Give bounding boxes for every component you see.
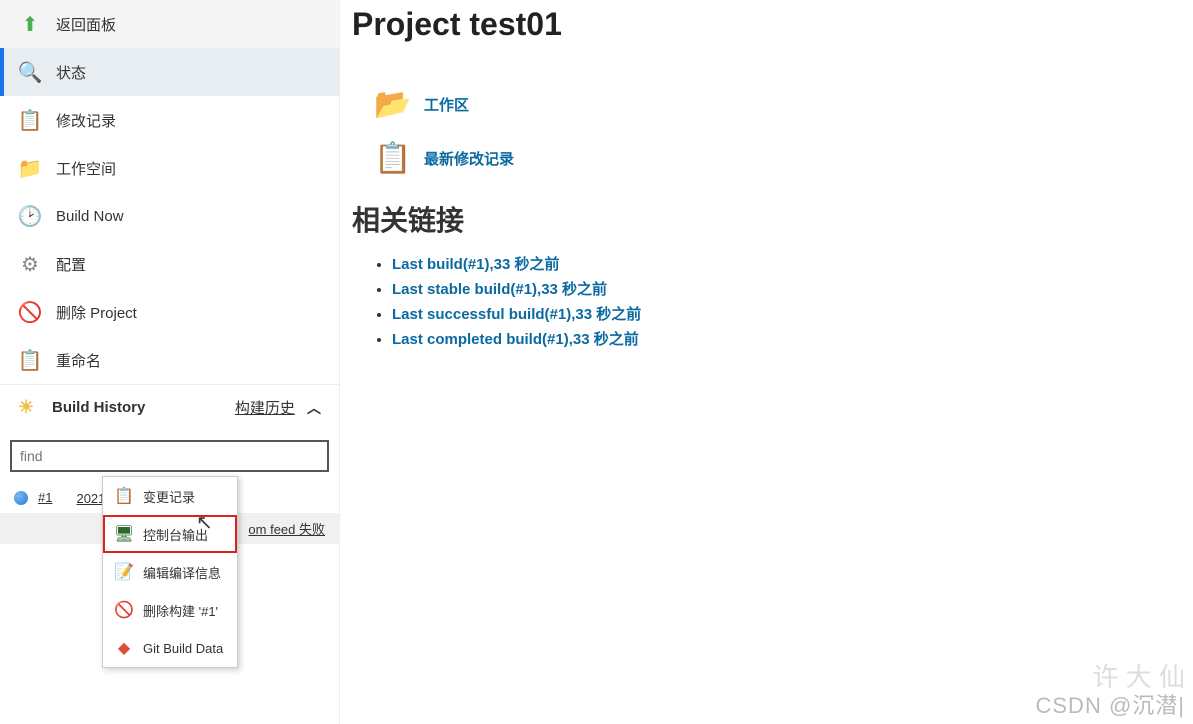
ctx-label: 变更记录 — [143, 487, 195, 506]
main: Project test01 📂 工作区 📋 最新修改记录 相关链接 Last … — [340, 0, 1193, 724]
context-menu: 📋 变更记录 🖥 控制台输出 📝 编辑编译信息 🚫 删除构建 '#1' ◆ Gi… — [102, 476, 238, 668]
ctx-edit-build-info[interactable]: 📝 编辑编译信息 — [103, 553, 237, 591]
sidebar-item-back[interactable]: ⬆ 返回面板 — [0, 0, 339, 48]
sidebar-label: 修改记录 — [56, 110, 116, 131]
related-link[interactable]: Last stable build(#1),33 秒之前 — [392, 281, 607, 298]
quick-link-workspace[interactable]: 📂 工作区 — [372, 83, 1193, 125]
sidebar-item-delete[interactable]: 🚫 删除 Project — [0, 288, 339, 336]
sidebar-label: Build Now — [56, 208, 124, 225]
terminal-icon: 🖥 — [113, 523, 135, 545]
sidebar-label: 返回面板 — [56, 14, 116, 35]
build-history-title: Build History — [52, 399, 145, 416]
feed-failed[interactable]: om feed 失败 — [248, 522, 325, 537]
ctx-label: Git Build Data — [143, 641, 223, 656]
quick-link-label[interactable]: 最新修改记录 — [424, 148, 514, 169]
sidebar-item-workspace[interactable]: 📁 工作空间 — [0, 144, 339, 192]
folder-open-icon: 📂 — [372, 83, 414, 125]
related-links-list: Last build(#1),33 秒之前 Last stable build(… — [392, 253, 1193, 349]
sun-icon: ☀ — [18, 397, 40, 418]
related-links-heading: 相关链接 — [352, 199, 1193, 239]
search-icon: 🔍 — [18, 60, 42, 84]
related-link[interactable]: Last successful build(#1),33 秒之前 — [392, 306, 641, 323]
ctx-label: 编辑编译信息 — [143, 563, 221, 582]
notes-icon: 📋 — [18, 108, 42, 132]
forbidden-icon: 🚫 — [113, 599, 135, 621]
quick-link-changes[interactable]: 📋 最新修改记录 — [372, 137, 1193, 179]
sidebar-label: 配置 — [56, 254, 86, 275]
page-title: Project test01 — [352, 6, 1193, 43]
ctx-delete-build[interactable]: 🚫 删除构建 '#1' — [103, 591, 237, 629]
sidebar-item-changes[interactable]: 📋 修改记录 — [0, 96, 339, 144]
ctx-changes[interactable]: 📋 变更记录 — [103, 477, 237, 515]
ctx-git-build-data[interactable]: ◆ Git Build Data — [103, 629, 237, 667]
edit-icon: 📝 — [113, 561, 135, 583]
git-icon: ◆ — [113, 637, 135, 659]
build-history-trend[interactable]: 构建历史 — [235, 400, 295, 417]
folder-icon: 📁 — [18, 156, 42, 180]
sidebar-item-rename[interactable]: 📋 重命名 — [0, 336, 339, 384]
chevron-up-icon: ︿ — [307, 400, 321, 416]
sidebar-label: 删除 Project — [56, 302, 137, 323]
quick-links: 📂 工作区 📋 最新修改记录 — [372, 83, 1193, 179]
sidebar-item-build-now[interactable]: 🕑 Build Now — [0, 192, 339, 240]
status-ball-icon — [14, 491, 28, 505]
clock-play-icon: 🕑 — [18, 204, 42, 228]
up-arrow-icon: ⬆ — [18, 12, 42, 36]
sidebar-label: 重命名 — [56, 350, 101, 371]
sidebar-label: 工作空间 — [56, 158, 116, 179]
gear-icon: ⚙ — [18, 252, 42, 276]
sidebar-item-configure[interactable]: ⚙ 配置 — [0, 240, 339, 288]
build-history-header[interactable]: ☀ Build History 构建历史 ︿ — [0, 384, 339, 430]
forbidden-icon: 🚫 — [18, 300, 42, 324]
ctx-label: 控制台输出 — [143, 525, 208, 544]
notes-icon: 📋 — [18, 348, 42, 372]
notepad-icon: 📋 — [372, 137, 414, 179]
notes-icon: 📋 — [113, 485, 135, 507]
ctx-label: 删除构建 '#1' — [143, 601, 218, 620]
related-link[interactable]: Last completed build(#1),33 秒之前 — [392, 331, 639, 348]
find-box — [10, 440, 329, 472]
build-number[interactable]: #1 — [38, 490, 52, 505]
sidebar-label: 状态 — [56, 62, 86, 83]
sidebar-item-status[interactable]: 🔍 状态 — [0, 48, 339, 96]
quick-link-label[interactable]: 工作区 — [424, 94, 469, 115]
ctx-console-output[interactable]: 🖥 控制台输出 — [103, 515, 237, 553]
related-link[interactable]: Last build(#1),33 秒之前 — [392, 256, 560, 273]
find-input[interactable] — [10, 440, 329, 472]
